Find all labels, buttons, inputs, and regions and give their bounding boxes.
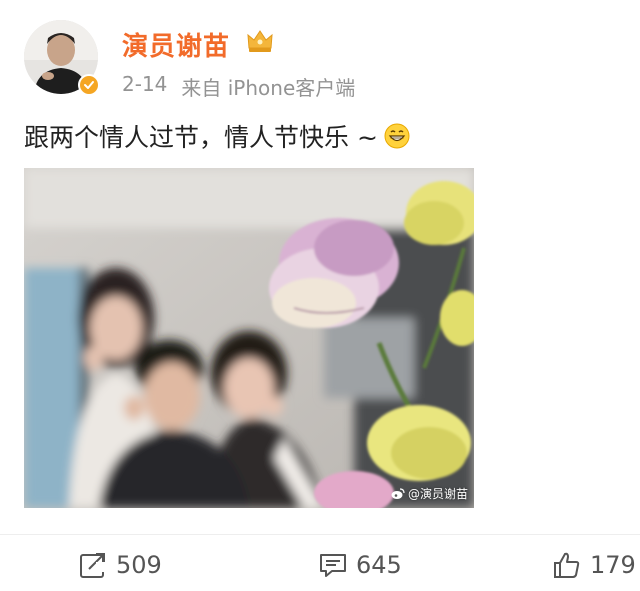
comment-icon	[320, 554, 346, 577]
author-name[interactable]: 演员谢苗	[122, 26, 230, 63]
post-meta: 2-14 来自 iPhone客户端	[122, 72, 355, 101]
verified-badge-icon	[78, 74, 100, 96]
comment-count: 645	[356, 551, 402, 579]
post-date: 2-14	[122, 72, 168, 96]
image-watermark: @演员谢苗	[391, 485, 468, 502]
weibo-logo-icon	[391, 487, 405, 499]
weibo-post: 演员谢苗 2-14 来自 iPhone客户端 跟两个情人过节，情人节快乐 ~ @…	[0, 0, 640, 591]
post-photo-image	[24, 168, 474, 508]
watermark-text: @演员谢苗	[407, 487, 468, 501]
repost-count: 509	[116, 551, 162, 579]
thumbs-up-icon	[554, 552, 580, 578]
post-source[interactable]: 来自 iPhone客户端	[181, 72, 355, 101]
post-text: 跟两个情人过节，情人节快乐 ~	[24, 118, 410, 154]
repost-button[interactable]: 509	[78, 545, 162, 585]
like-count: 179	[590, 551, 636, 579]
repost-icon	[80, 553, 106, 578]
action-bar: 509 645 179	[0, 545, 640, 585]
crown-icon	[247, 30, 273, 52]
comment-button[interactable]: 645	[318, 545, 402, 585]
divider	[0, 534, 640, 535]
grin-emoji-icon	[384, 123, 410, 149]
like-button[interactable]: 179	[552, 545, 636, 585]
post-text-body: 跟两个情人过节，情人节快乐 ~	[24, 123, 378, 152]
post-photo[interactable]: @演员谢苗	[24, 168, 474, 508]
